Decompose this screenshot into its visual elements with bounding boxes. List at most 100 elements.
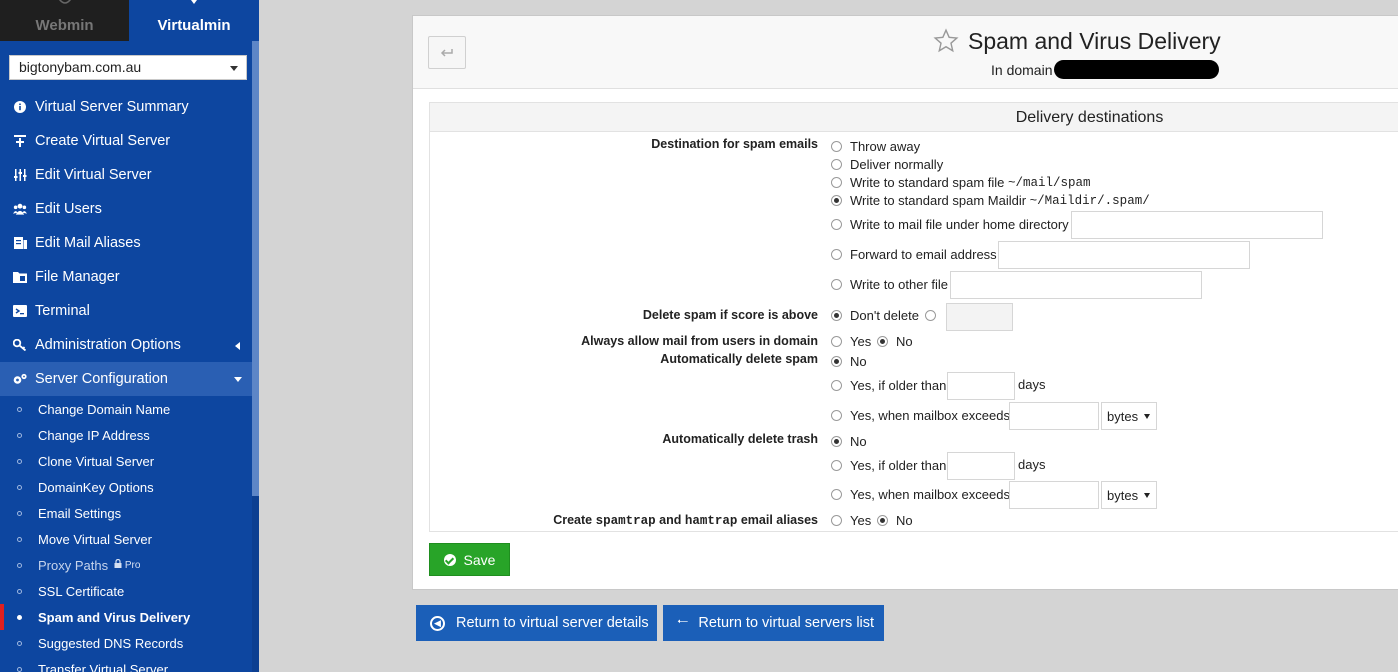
option-spam-no[interactable]: No <box>831 354 867 369</box>
back-button[interactable] <box>428 36 466 69</box>
option-allow-no[interactable]: No <box>877 334 913 349</box>
option-trash-exceeds[interactable]: Yes, when mailbox exceeds <box>831 487 1010 502</box>
auto-delete-trash-row: Automatically delete trash <box>430 432 818 448</box>
option-allow-yes[interactable]: Yes <box>831 334 871 349</box>
sidebar-subitem-suggested-dns-records[interactable]: Suggested DNS Records <box>0 630 252 656</box>
option-deliver-normally[interactable]: Deliver normally <box>831 157 943 172</box>
sidebar-item-edit-virtual-server[interactable]: Edit Virtual Server <box>0 158 252 192</box>
radio-trash-older[interactable] <box>831 460 842 471</box>
sidebar-subitem-clone-virtual-server[interactable]: Clone Virtual Server <box>0 448 252 474</box>
domain-select[interactable]: bigtonybam.com.au <box>9 55 247 80</box>
sidebar-item-file-manager[interactable]: File Manager <box>0 260 252 294</box>
option-home-mail-file[interactable]: Write to mail file under home directory <box>831 217 1069 232</box>
sidebar-item-create-virtual-server[interactable]: Create Virtual Server <box>0 124 252 158</box>
return-list-button[interactable]: 🠀 Return to virtual servers list <box>663 605 884 641</box>
return-details-button[interactable]: ◀ Return to virtual server details <box>416 605 657 641</box>
folder-icon <box>13 270 27 284</box>
radio-standard-spam-file[interactable] <box>831 177 842 188</box>
spam-days-input[interactable] <box>947 372 1015 400</box>
option-forward-email[interactable]: Forward to email address <box>831 247 997 262</box>
sidebar-subitem-proxy-paths[interactable]: Proxy Paths Pro <box>0 552 252 578</box>
tab-virtualmin[interactable]: Virtualmin <box>129 0 259 41</box>
radio-trash-no[interactable] <box>831 436 842 447</box>
radio-spam-older[interactable] <box>831 380 842 391</box>
sidebar-item-edit-users[interactable]: Edit Users <box>0 192 252 226</box>
sidebar-item-server-configuration[interactable]: Server Configuration <box>0 362 252 396</box>
radio-deliver-normally[interactable] <box>831 159 842 170</box>
sidebar-subitem-transfer-virtual-server[interactable]: Transfer Virtual Server <box>0 656 252 672</box>
radio-spam-exceeds[interactable] <box>831 410 842 421</box>
sidebar-subitem-spam-and-virus-delivery[interactable]: Spam and Virus Delivery <box>0 604 252 630</box>
traps-label-text: and <box>659 513 682 527</box>
radio-other-file[interactable] <box>831 279 842 290</box>
sidebar-subitem-move-virtual-server[interactable]: Move Virtual Server <box>0 526 252 552</box>
radio-home-mail-file[interactable] <box>831 219 842 230</box>
option-label: No <box>850 434 867 449</box>
section-title: Delivery destinations <box>430 103 1398 132</box>
option-trash-no[interactable]: No <box>831 434 867 449</box>
home-mail-file-input[interactable] <box>1071 211 1323 239</box>
sidebar-subitem-change-domain-name[interactable]: Change Domain Name <box>0 396 252 422</box>
trash-days-input[interactable] <box>947 452 1015 480</box>
spam-size-input[interactable] <box>1009 402 1099 430</box>
trash-size-unit-select[interactable]: bytes <box>1101 481 1157 509</box>
radio-standard-spam-maildir[interactable] <box>831 195 842 206</box>
pro-badge: Pro <box>114 558 140 571</box>
other-file-input[interactable] <box>950 271 1202 299</box>
save-button[interactable]: Save <box>429 543 510 576</box>
option-label: Write to other file <box>850 277 949 292</box>
sidebar-item-administration-options[interactable]: Administration Options <box>0 328 252 362</box>
return-arrow-icon <box>440 48 453 57</box>
radio-trash-exceeds[interactable] <box>831 489 842 500</box>
sidebar-item-label: Terminal <box>35 303 90 319</box>
star-icon[interactable] <box>933 28 959 54</box>
sidebar-subitem-change-ip-address[interactable]: Change IP Address <box>0 422 252 448</box>
page-title: Spam and Virus Delivery <box>968 28 1221 54</box>
radio-traps-no[interactable] <box>877 515 888 526</box>
traps-label-text: Create <box>553 513 593 527</box>
delete-score-input[interactable] <box>946 303 1013 331</box>
in-domain-label: In domain <box>991 62 1053 78</box>
sidebar-subitem-email-settings[interactable]: Email Settings <box>0 500 252 526</box>
radio-forward-email[interactable] <box>831 249 842 260</box>
option-spam-exceeds[interactable]: Yes, when mailbox exceeds <box>831 408 1010 423</box>
sidebar-scrollbar-thumb[interactable] <box>252 41 259 496</box>
terminal-icon <box>13 304 27 318</box>
option-dont-delete[interactable]: Don't delete <box>831 308 919 323</box>
trash-size-input[interactable] <box>1009 481 1099 509</box>
option-path: ~/mail/spam <box>1008 175 1091 190</box>
sidebar-subitem-domainkey-options[interactable]: DomainKey Options <box>0 474 252 500</box>
radio-traps-yes[interactable] <box>831 515 842 526</box>
radio-allow-no[interactable] <box>877 336 888 347</box>
return-list-label: Return to virtual servers list <box>698 615 875 631</box>
caret-down-icon <box>1144 493 1150 498</box>
option-standard-spam-maildir[interactable]: Write to standard spam Maildir ~/Maildir… <box>831 193 1150 208</box>
tab-webmin[interactable]: Webmin <box>0 0 129 41</box>
sidebar-item-edit-mail-aliases[interactable]: Edit Mail Aliases <box>0 226 252 260</box>
option-throw-away[interactable]: Throw away <box>831 139 920 154</box>
sidebar-item-terminal[interactable]: Terminal <box>0 294 252 328</box>
spam-size-unit-select[interactable]: bytes <box>1101 402 1157 430</box>
save-button-label: Save <box>463 551 496 568</box>
radio-throw-away[interactable] <box>831 141 842 152</box>
sidebar-subitem-label: Change IP Address <box>38 427 150 443</box>
option-spam-older[interactable]: Yes, if older than <box>831 378 946 393</box>
radio-allow-yes[interactable] <box>831 336 842 347</box>
sidebar-subitem-ssl-certificate[interactable]: SSL Certificate <box>0 578 252 604</box>
option-traps-yes[interactable]: Yes <box>831 513 871 528</box>
option-trash-older[interactable]: Yes, if older than <box>831 458 946 473</box>
sidebar-item-label: Edit Mail Aliases <box>35 235 141 251</box>
option-other-file[interactable]: Write to other file <box>831 277 948 292</box>
spam-destination-row: Destination for spam emails <box>430 137 818 153</box>
radio-dont-delete[interactable] <box>831 310 842 321</box>
delete-score-row: Delete spam if score is above <box>430 308 818 324</box>
forward-email-input[interactable] <box>998 241 1250 269</box>
option-standard-spam-file[interactable]: Write to standard spam file ~/mail/spam <box>831 175 1091 190</box>
bullet-icon <box>17 459 22 464</box>
bullet-icon <box>17 589 22 594</box>
sidebar-item-virtual-server-summary[interactable]: Virtual Server Summary <box>0 90 252 124</box>
option-traps-no[interactable]: No <box>877 513 913 528</box>
sidebar-subitem-label: DomainKey Options <box>38 479 154 495</box>
radio-spam-no[interactable] <box>831 356 842 367</box>
radio-delete-score[interactable] <box>925 310 936 321</box>
